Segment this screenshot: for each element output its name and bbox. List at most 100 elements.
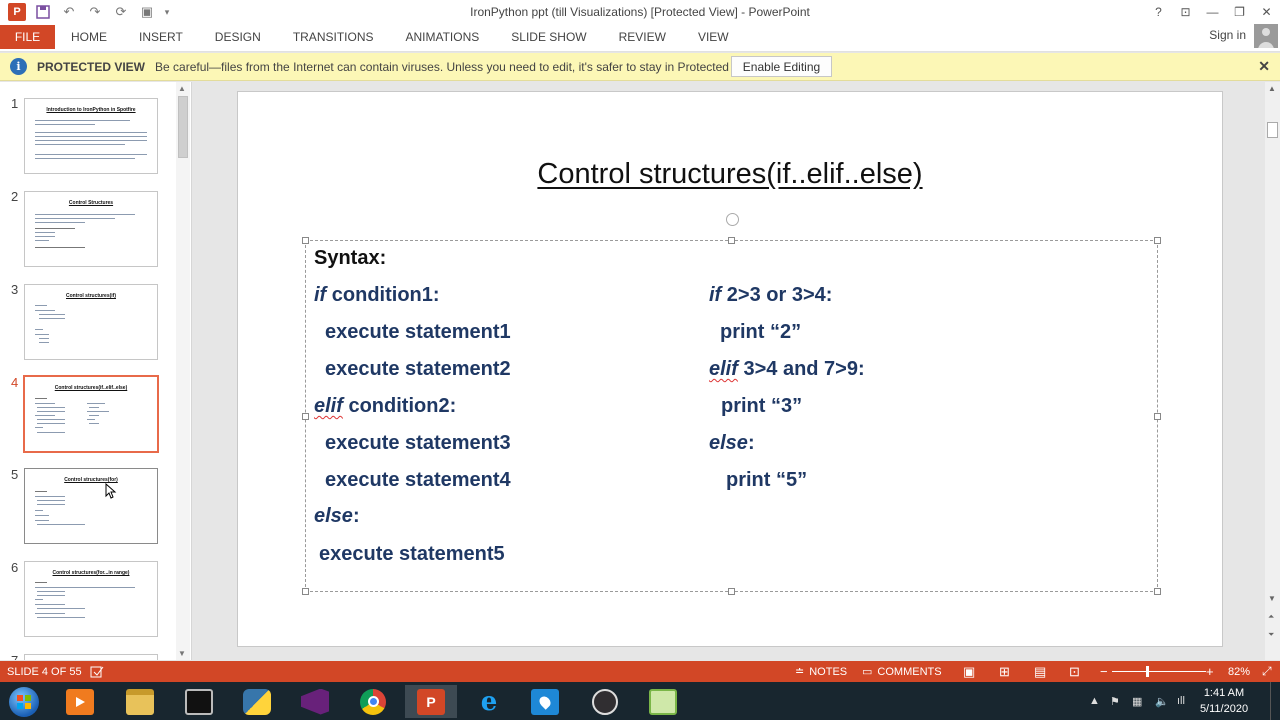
tab-home[interactable]: HOME [55, 24, 123, 52]
scrollbar-thumb[interactable] [178, 96, 188, 158]
rotate-handle-icon[interactable] [726, 213, 739, 226]
slide-thumbnail-3[interactable]: Control structures(if) [24, 284, 158, 360]
resize-handle[interactable] [728, 237, 735, 244]
python-app[interactable] [231, 685, 283, 718]
tab-view[interactable]: VIEW [682, 24, 745, 52]
tab-file[interactable]: FILE [0, 24, 55, 49]
minimize-icon[interactable]: — [1199, 0, 1226, 24]
visual-studio-app[interactable] [289, 685, 341, 718]
scroll-down-icon[interactable]: ▼ [178, 649, 186, 658]
sign-in-link[interactable]: Sign in [1209, 24, 1246, 52]
powerpoint-app[interactable]: P [405, 685, 457, 718]
resize-handle[interactable] [728, 588, 735, 595]
zoom-slider[interactable] [1112, 671, 1206, 672]
code-line: else: [314, 505, 360, 527]
zoom-level[interactable]: 82% [1228, 661, 1250, 682]
customize-qat-icon[interactable]: ▾ [160, 0, 174, 24]
protected-view-bar: i PROTECTED VIEW Be careful—files from t… [0, 53, 1280, 81]
action-center-icon[interactable]: ⚑ [1110, 682, 1120, 720]
fit-slide-icon[interactable]: ⤢ [1262, 661, 1272, 682]
slide-thumbnail-4[interactable]: Control structures(if..elif..else) [23, 375, 159, 453]
ribbon-display-icon[interactable]: ⊡ [1172, 0, 1199, 24]
slide-thumbnail-6[interactable]: Control structures(for...in range) [24, 561, 158, 637]
redo-icon[interactable]: ↷ [82, 0, 108, 24]
slide-show-icon[interactable]: ⊡ [1069, 661, 1080, 682]
thumbnails-scrollbar[interactable]: ▲ ▼ [176, 82, 190, 660]
thumbnail-number: 1 [11, 96, 19, 111]
volume-icon[interactable]: 🔈 [1155, 682, 1169, 720]
slide-thumbnail-2[interactable]: Control Structures [24, 191, 158, 267]
tab-review[interactable]: REVIEW [603, 24, 682, 52]
slide-sorter-icon[interactable]: ⊞ [999, 661, 1010, 682]
from-beginning-icon[interactable]: ⟳ [108, 0, 134, 24]
close-bar-icon[interactable]: ✕ [1258, 58, 1270, 75]
previous-slide-icon[interactable]: ⏶ [1268, 612, 1274, 622]
normal-view-icon[interactable]: ▣ [963, 661, 975, 682]
help-icon[interactable]: ? [1145, 0, 1172, 24]
next-slide-icon[interactable]: ⏷ [1268, 630, 1274, 640]
signal-icon[interactable]: ıll [1177, 682, 1185, 720]
undo-icon[interactable]: ↶ [56, 0, 82, 24]
tab-slide-show[interactable]: SLIDE SHOW [495, 24, 602, 52]
restore-icon[interactable]: ❐ [1226, 0, 1253, 24]
notepad-plus-plus-app[interactable] [637, 685, 689, 718]
slide-thumbnail-7[interactable] [24, 654, 158, 660]
scroll-up-icon[interactable]: ▲ [178, 84, 186, 93]
resize-handle[interactable] [302, 237, 309, 244]
start-button[interactable] [6, 685, 42, 718]
map-pin-icon [531, 688, 559, 715]
obs-app[interactable] [579, 685, 631, 718]
resize-handle[interactable] [1154, 237, 1161, 244]
close-icon[interactable]: ✕ [1253, 0, 1280, 24]
maps-app[interactable] [519, 685, 571, 718]
powerpoint-logo-icon[interactable]: P [4, 0, 30, 24]
show-desktop-button[interactable] [1270, 682, 1280, 720]
scroll-down-icon[interactable]: ▼ [1268, 594, 1276, 603]
enable-editing-button[interactable]: Enable Editing [731, 56, 832, 77]
scroll-up-icon[interactable]: ▲ [1268, 84, 1276, 93]
code-line: print “2” [720, 321, 802, 343]
save-icon[interactable] [30, 0, 56, 24]
resize-handle[interactable] [302, 413, 309, 420]
comments-button[interactable]: ▭ COMMENTS [862, 661, 942, 682]
slide-thumbnail-1[interactable]: Introduction to IronPython in Spotfire [24, 98, 158, 174]
tab-insert[interactable]: INSERT [123, 24, 199, 52]
clock-time: 1:41 AM [1203, 687, 1245, 699]
spell-check-icon[interactable] [90, 661, 104, 682]
tab-animations[interactable]: ANIMATIONS [389, 24, 495, 52]
slide-scrollbar[interactable]: ▲ ▼ ⏶ ⏷ [1265, 82, 1280, 660]
slide-canvas[interactable]: Control structures(if..elif..else) Synta… [237, 91, 1223, 647]
clock-date: 5/11/2020 [1199, 703, 1249, 715]
reading-view-icon[interactable]: ▤ [1034, 661, 1046, 682]
code-line: print “3” [721, 395, 803, 417]
media-player-app[interactable] [54, 685, 106, 718]
show-hidden-icons[interactable]: ▲ [1089, 682, 1100, 720]
command-prompt-app[interactable] [173, 685, 225, 718]
scrollbar-thumb[interactable] [1267, 122, 1278, 138]
zoom-in-icon[interactable]: + [1206, 661, 1214, 682]
system-clock[interactable]: 1:41 AM 5/11/2020 [1194, 685, 1254, 717]
code-line: print “5” [726, 469, 808, 491]
network-icon[interactable]: ▦ [1132, 682, 1142, 720]
internet-explorer-app[interactable]: e [463, 685, 515, 718]
resize-handle[interactable] [1154, 588, 1161, 595]
slide-thumbnail-5[interactable]: Control structures(for) [24, 468, 158, 544]
start-slideshow-icon[interactable]: ▣ [134, 0, 160, 24]
resize-handle[interactable] [1154, 413, 1161, 420]
tab-transitions[interactable]: TRANSITIONS [277, 24, 390, 52]
content-textbox[interactable]: Syntax: if condition1: execute statement… [302, 237, 1161, 595]
zoom-slider-thumb[interactable] [1146, 666, 1149, 677]
slide-thumbnails-pane[interactable]: 1 Introduction to IronPython in Spotfire… [0, 82, 192, 660]
comments-icon: ▭ [862, 666, 873, 678]
file-explorer-app[interactable] [114, 685, 166, 718]
tab-design[interactable]: DESIGN [199, 24, 277, 52]
chrome-app[interactable] [347, 685, 399, 718]
avatar[interactable] [1254, 24, 1278, 48]
resize-handle[interactable] [302, 588, 309, 595]
zoom-out-icon[interactable]: − [1100, 661, 1108, 682]
slide-title[interactable]: Control structures(if..elif..else) [238, 158, 1222, 191]
ribbon-tabs: FILE HOME INSERT DESIGN TRANSITIONS ANIM… [0, 24, 1280, 52]
notes-button[interactable]: ≐ NOTES [795, 661, 847, 682]
slide-indicator: SLIDE 4 OF 55 [7, 665, 82, 678]
code-line: execute statement1 [325, 321, 511, 343]
